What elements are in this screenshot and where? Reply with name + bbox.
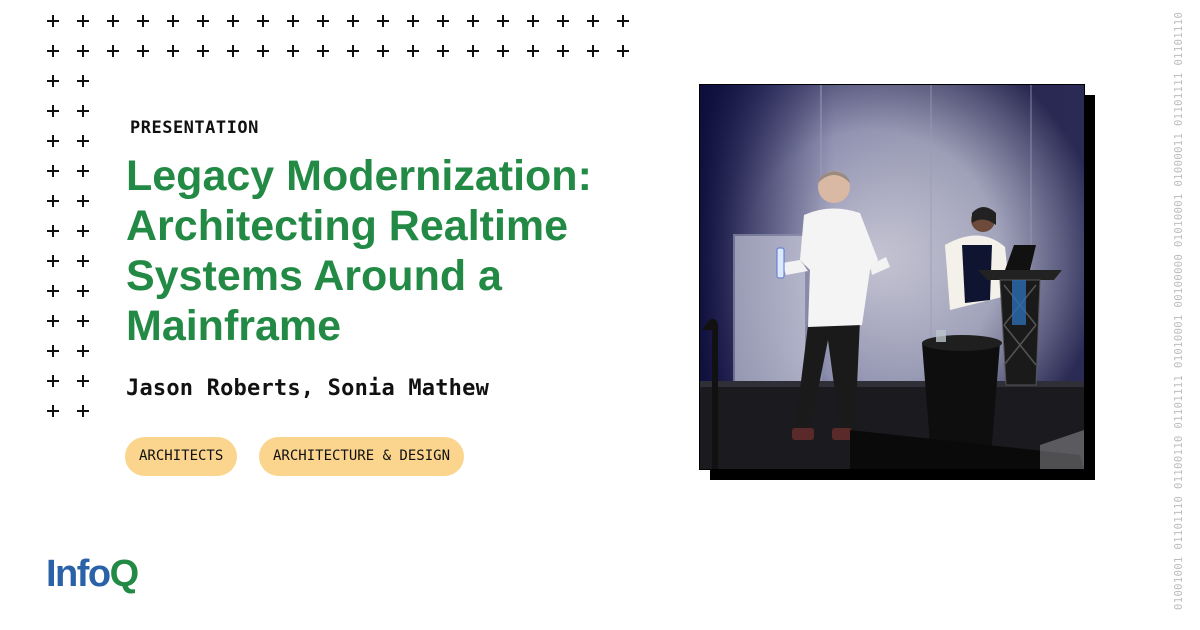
plus-mark bbox=[47, 285, 59, 297]
plus-mark bbox=[77, 75, 89, 87]
plus-mark bbox=[587, 45, 599, 57]
plus-mark bbox=[77, 405, 89, 417]
plus-mark bbox=[347, 45, 359, 57]
plus-mark bbox=[407, 15, 419, 27]
plus-mark bbox=[47, 105, 59, 117]
plus-mark bbox=[347, 15, 359, 27]
plus-mark bbox=[227, 15, 239, 27]
plus-mark bbox=[77, 285, 89, 297]
plus-mark bbox=[197, 45, 209, 57]
plus-mark bbox=[257, 15, 269, 27]
plus-mark bbox=[437, 45, 449, 57]
plus-mark bbox=[77, 165, 89, 177]
plus-mark bbox=[47, 135, 59, 147]
plus-mark bbox=[257, 45, 269, 57]
plus-mark bbox=[167, 15, 179, 27]
plus-mark bbox=[227, 45, 239, 57]
plus-mark bbox=[47, 225, 59, 237]
plus-mark bbox=[47, 165, 59, 177]
logo-text-info: Info bbox=[46, 553, 111, 595]
plus-mark bbox=[47, 15, 59, 27]
plus-mark bbox=[47, 375, 59, 387]
content-type-label: PRESENTATION bbox=[130, 118, 259, 138]
plus-mark bbox=[437, 15, 449, 27]
plus-mark bbox=[167, 45, 179, 57]
plus-mark bbox=[497, 45, 509, 57]
plus-mark bbox=[77, 375, 89, 387]
tag-architects[interactable]: ARCHITECTS bbox=[125, 437, 238, 476]
plus-mark bbox=[287, 45, 299, 57]
plus-mark bbox=[77, 45, 89, 57]
plus-mark bbox=[377, 45, 389, 57]
infoq-logo[interactable]: InfoQ bbox=[46, 551, 140, 597]
plus-mark bbox=[557, 45, 569, 57]
plus-mark bbox=[287, 15, 299, 27]
plus-mark bbox=[107, 15, 119, 27]
presentation-title: Legacy Modernization: Architecting Realt… bbox=[126, 152, 592, 350]
plus-mark bbox=[617, 15, 629, 27]
plus-mark bbox=[77, 225, 89, 237]
plus-mark bbox=[77, 15, 89, 27]
speaker-photo bbox=[699, 84, 1085, 470]
plus-mark bbox=[317, 45, 329, 57]
plus-mark bbox=[317, 15, 329, 27]
plus-mark bbox=[47, 75, 59, 87]
plus-mark bbox=[137, 15, 149, 27]
plus-mark bbox=[617, 45, 629, 57]
plus-mark bbox=[77, 315, 89, 327]
plus-mark bbox=[197, 15, 209, 27]
plus-mark bbox=[77, 105, 89, 117]
plus-mark bbox=[377, 15, 389, 27]
plus-mark bbox=[77, 255, 89, 267]
plus-mark bbox=[407, 45, 419, 57]
plus-mark bbox=[527, 45, 539, 57]
plus-mark bbox=[47, 315, 59, 327]
plus-mark bbox=[527, 15, 539, 27]
plus-mark bbox=[77, 135, 89, 147]
plus-mark bbox=[467, 45, 479, 57]
tag-architecture-design[interactable]: ARCHITECTURE & DESIGN bbox=[259, 437, 465, 476]
plus-mark bbox=[47, 45, 59, 57]
speaker-photo-illustration bbox=[700, 85, 1084, 469]
plus-mark bbox=[107, 45, 119, 57]
plus-mark bbox=[77, 195, 89, 207]
plus-mark bbox=[137, 45, 149, 57]
plus-mark bbox=[77, 345, 89, 357]
speaker-names: Jason Roberts, Sonia Mathew bbox=[126, 376, 490, 401]
plus-mark bbox=[47, 195, 59, 207]
decorative-binary-text: 01001001 01101110 01100110 01101111 0101… bbox=[1173, 11, 1185, 610]
plus-mark bbox=[47, 405, 59, 417]
plus-mark bbox=[587, 15, 599, 27]
plus-mark bbox=[557, 15, 569, 27]
plus-mark bbox=[47, 255, 59, 267]
logo-text-q: Q bbox=[109, 553, 140, 595]
plus-mark bbox=[47, 345, 59, 357]
plus-mark bbox=[497, 15, 509, 27]
plus-mark bbox=[467, 15, 479, 27]
